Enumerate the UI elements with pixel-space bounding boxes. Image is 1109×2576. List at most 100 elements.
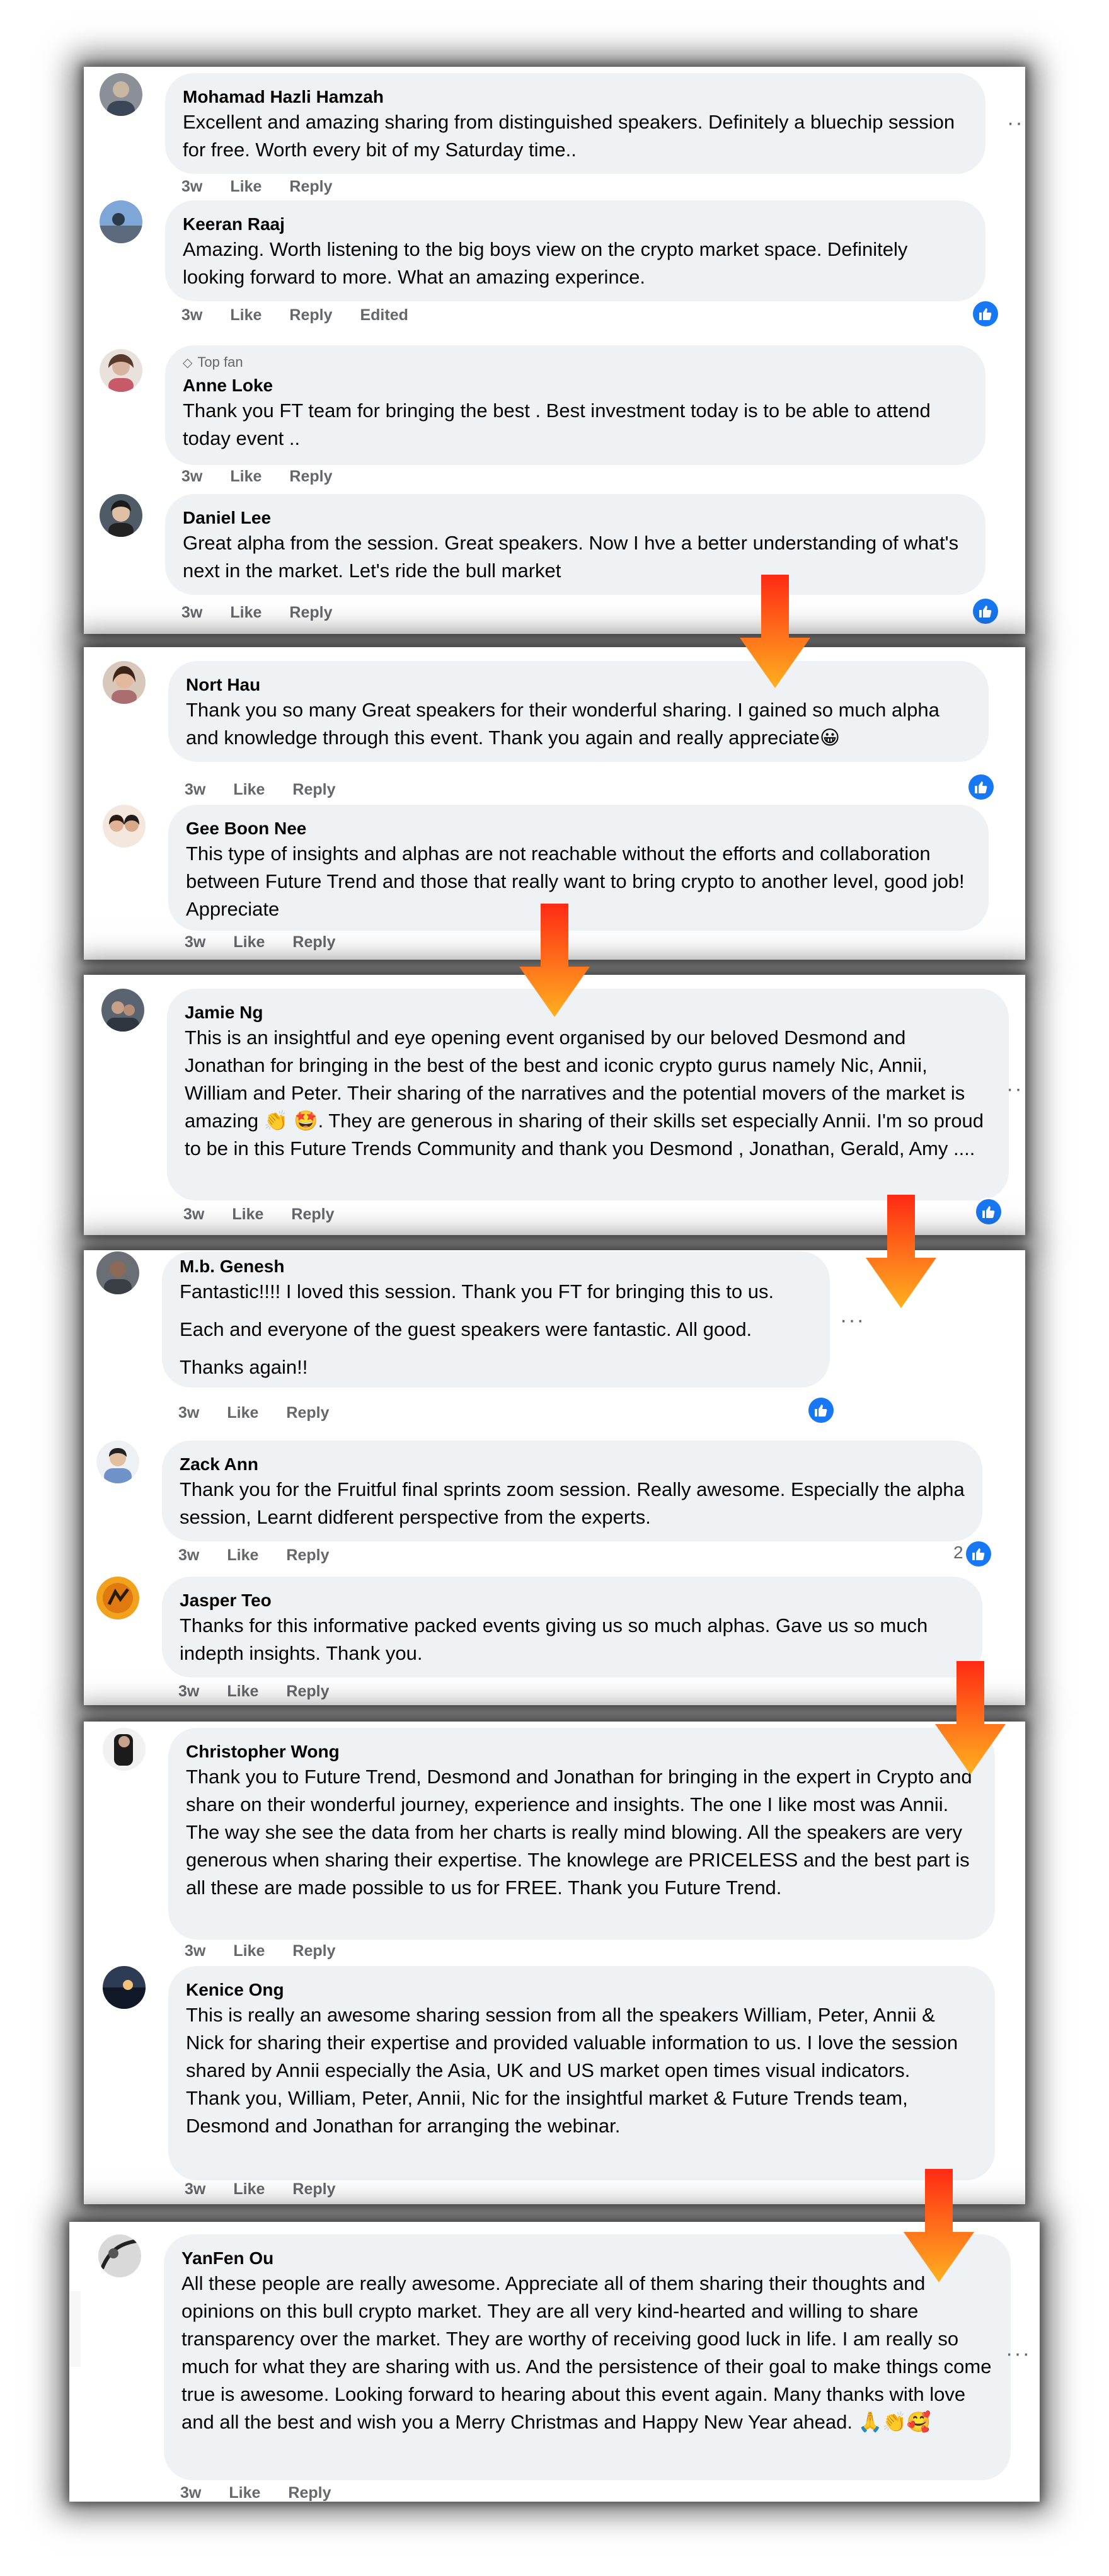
commenter-name[interactable]: Jasper Teo: [180, 1589, 965, 1612]
comment-actions: 3w Like Reply: [181, 468, 332, 486]
reply-button[interactable]: Reply: [286, 1682, 329, 1701]
reply-button[interactable]: Reply: [286, 1546, 329, 1565]
avatar[interactable]: [103, 1966, 146, 2009]
thumbs-up-icon[interactable]: [973, 599, 998, 624]
comment-actions: 3w Like Reply Edited: [181, 306, 408, 325]
reaction-count[interactable]: 2: [953, 1543, 963, 1563]
comment-text: Thank you for the Fruitful final sprints…: [180, 1478, 965, 1528]
avatar[interactable]: [100, 494, 142, 537]
comment-bubble: Kenice Ong This is really an awesome sha…: [168, 1966, 995, 2180]
like-button[interactable]: Like: [229, 2484, 260, 2502]
comment-text: Excellent and amazing sharing from disti…: [183, 111, 955, 161]
comment-paragraph: Fantastic!!!! I loved this session. Than…: [180, 1280, 774, 1302]
like-button[interactable]: Like: [230, 306, 261, 325]
commenter-name[interactable]: Daniel Lee: [183, 507, 968, 529]
thumbs-up-icon[interactable]: [808, 1398, 834, 1423]
comment-actions: 3w Like Reply: [180, 2484, 331, 2502]
commenter-name[interactable]: Mohamad Hazli Hamzah: [183, 86, 968, 108]
avatar[interactable]: [103, 805, 146, 848]
like-button[interactable]: Like: [233, 1942, 265, 1960]
avatar[interactable]: [96, 1251, 139, 1294]
commenter-name[interactable]: M.b. Genesh: [180, 1255, 812, 1278]
comment-time: 3w: [181, 306, 203, 324]
edited-label: Edited: [360, 306, 408, 324]
avatar[interactable]: [103, 661, 146, 704]
reply-button[interactable]: Reply: [289, 468, 332, 486]
comment-paragraph: Thanks again!!: [180, 1356, 308, 1378]
comment-bubble: Jamie Ng This is an insightful and eye o…: [167, 989, 1009, 1200]
like-button[interactable]: Like: [230, 178, 261, 196]
comment-time: 3w: [181, 178, 203, 195]
commenter-name[interactable]: Nort Hau: [186, 674, 971, 696]
avatar[interactable]: [100, 200, 142, 243]
like-button[interactable]: Like: [233, 2180, 265, 2199]
avatar[interactable]: [101, 989, 144, 1032]
comment-time: 3w: [178, 1404, 200, 1422]
avatar[interactable]: [98, 2234, 141, 2277]
comment-text: Thank you FT team for bringing the best …: [183, 400, 931, 449]
reply-button[interactable]: Reply: [292, 781, 335, 799]
comment-time: 3w: [185, 2180, 206, 2198]
screenshot-panel-1: Mohamad Hazli Hamzah Excellent and amazi…: [84, 67, 1025, 634]
commenter-name[interactable]: Zack Ann: [180, 1453, 965, 1476]
comment-bubble: YanFen Ou All these people are really aw…: [164, 2234, 1011, 2480]
like-button[interactable]: Like: [233, 781, 265, 799]
comment-text: Thank you so many Great speakers for the…: [186, 699, 939, 749]
comment-bubble: Mohamad Hazli Hamzah Excellent and amazi…: [165, 73, 985, 174]
reply-button[interactable]: Reply: [292, 1942, 335, 1960]
thumbs-up-icon[interactable]: [966, 1541, 991, 1567]
comment-time: 3w: [185, 781, 206, 798]
thumbs-up-icon[interactable]: [976, 1199, 1001, 1224]
reply-button[interactable]: Reply: [292, 933, 335, 952]
like-button[interactable]: Like: [233, 933, 265, 952]
avatar[interactable]: [100, 349, 142, 392]
comment-actions: 3w Like Reply: [185, 1942, 335, 1960]
thumbs-up-icon[interactable]: [973, 301, 998, 326]
screenshot-panel-4: M.b. Genesh Fantastic!!!! I loved this s…: [84, 1250, 1025, 1705]
reply-button[interactable]: Reply: [289, 178, 332, 196]
reply-button[interactable]: Reply: [289, 604, 332, 622]
comment-text: This is an insightful and eye opening ev…: [185, 1026, 984, 1159]
reply-button[interactable]: Reply: [288, 2484, 331, 2502]
commenter-name[interactable]: Anne Loke: [183, 374, 968, 397]
commenter-name[interactable]: Christopher Wong: [186, 1740, 977, 1763]
commenter-name[interactable]: Keeran Raaj: [183, 213, 968, 236]
comment-actions: 3w Like Reply: [185, 933, 335, 952]
comment-actions: 3w Like Reply: [178, 1682, 329, 1701]
comment-text: Great alpha from the session. Great spea…: [183, 532, 959, 582]
comment-actions: 3w Like Reply: [178, 1404, 329, 1422]
like-button[interactable]: Like: [227, 1682, 258, 1701]
comment-time: 3w: [183, 1205, 205, 1223]
comment-time: 3w: [181, 468, 203, 485]
commenter-name[interactable]: Gee Boon Nee: [186, 817, 971, 840]
reply-button[interactable]: Reply: [291, 1205, 334, 1224]
comment-bubble: M.b. Genesh Fantastic!!!! I loved this s…: [162, 1251, 830, 1388]
avatar[interactable]: [96, 1440, 139, 1483]
commenter-name[interactable]: YanFen Ou: [181, 2247, 993, 2270]
like-button[interactable]: Like: [230, 604, 261, 622]
avatar[interactable]: [96, 1577, 139, 1619]
diamond-icon: ◇: [183, 355, 193, 370]
avatar[interactable]: [100, 73, 142, 116]
more-options-icon[interactable]: ···: [840, 1308, 865, 1333]
like-button[interactable]: Like: [227, 1404, 258, 1422]
thumbs-up-icon[interactable]: [968, 774, 994, 800]
comment-text: Fantastic!!!! I loved this session. Than…: [180, 1278, 812, 1381]
comment-text: This is really an awesome sharing sessio…: [186, 2001, 977, 2140]
like-button[interactable]: Like: [232, 1205, 263, 1224]
reply-button[interactable]: Reply: [289, 306, 332, 325]
comment-bubble: Daniel Lee Great alpha from the session.…: [165, 494, 985, 595]
comment-bubble: Jasper Teo Thanks for this informative p…: [162, 1577, 982, 1677]
avatar[interactable]: [103, 1728, 146, 1771]
more-options-icon[interactable]: ···: [1006, 2342, 1031, 2366]
screenshot-panel-5: Christopher Wong Thank you to Future Tre…: [84, 1722, 1025, 2204]
more-options-icon[interactable]: ···: [1007, 111, 1025, 135]
like-button[interactable]: Like: [230, 468, 261, 486]
commenter-name[interactable]: Kenice Ong: [186, 1979, 977, 2001]
reply-button[interactable]: Reply: [292, 2180, 335, 2199]
screenshot-panel-6: YanFen Ou All these people are really aw…: [69, 2222, 1040, 2502]
down-arrow-icon: [517, 904, 592, 1017]
more-options-icon[interactable]: ···: [1006, 1077, 1025, 1101]
reply-button[interactable]: Reply: [286, 1404, 329, 1422]
like-button[interactable]: Like: [227, 1546, 258, 1565]
